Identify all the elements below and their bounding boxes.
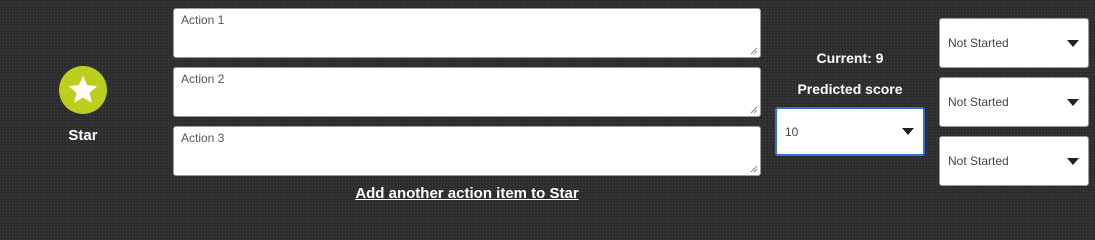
- action-item-2-input[interactable]: [174, 68, 760, 116]
- action-item-3-input[interactable]: [174, 127, 760, 175]
- chevron-down-icon: [1067, 98, 1079, 106]
- action-item-1[interactable]: [173, 8, 761, 58]
- chevron-down-icon: [1067, 39, 1079, 47]
- current-score-label: Current: 9: [816, 50, 884, 66]
- category-label: Star: [68, 127, 98, 144]
- predicted-score-label: Predicted score: [797, 81, 903, 97]
- status-select-3[interactable]: Not Started: [939, 136, 1089, 186]
- star-badge: [59, 66, 107, 114]
- chevron-down-icon: [902, 128, 914, 135]
- action-item-1-input[interactable]: [174, 9, 760, 57]
- score-panel: Current: 9 Predicted score: [774, 50, 926, 97]
- predicted-score-select[interactable]: 10: [775, 107, 925, 156]
- chevron-down-icon: [1067, 157, 1079, 165]
- category-star: Star: [32, 66, 134, 144]
- status-select-2[interactable]: Not Started: [939, 77, 1089, 127]
- status-value: Not Started: [948, 154, 1009, 168]
- predicted-score-value: 10: [785, 124, 799, 139]
- action-items-list: [173, 8, 761, 185]
- status-value: Not Started: [948, 95, 1009, 109]
- add-action-item-link[interactable]: Add another action item to Star: [173, 185, 761, 202]
- star-icon: [68, 75, 98, 103]
- status-value: Not Started: [948, 36, 1009, 50]
- status-select-1[interactable]: Not Started: [939, 18, 1089, 68]
- action-item-2[interactable]: [173, 67, 761, 117]
- action-item-3[interactable]: [173, 126, 761, 176]
